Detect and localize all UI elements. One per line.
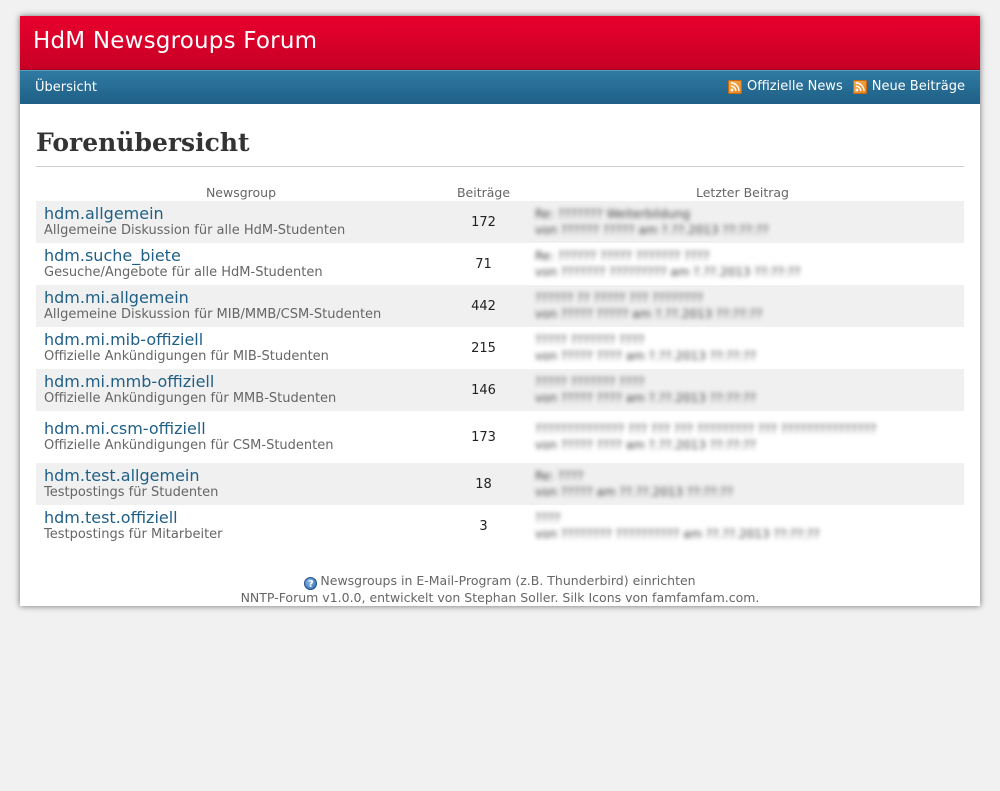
last-post-title: ???? — [535, 511, 561, 525]
last-post-meta: von ????? ???? am ?.??.2013 ??:??:?? — [535, 349, 757, 363]
last-post-meta: von ???????? ?????????? am ??.??.2013 ??… — [535, 527, 820, 541]
newsgroup-description: Offizielle Ankündigungen für MMB-Student… — [44, 391, 337, 406]
newsgroup-link[interactable]: hdm.mi.allgemein — [44, 289, 446, 307]
help-icon: ? — [304, 577, 318, 590]
last-post-title: ????? ??????? ???? — [535, 375, 645, 389]
post-count: 71 — [475, 256, 492, 272]
table-row: hdm.test.allgemein Testpostings für Stude… — [36, 463, 964, 505]
newsgroup-description: Testpostings für Studenten — [44, 485, 219, 500]
newsgroup-link[interactable]: hdm.mi.mib-offiziell — [44, 331, 446, 349]
nav-right-links: Offizielle News Neue Beiträge — [718, 79, 965, 94]
post-count: 215 — [471, 340, 496, 356]
last-post-meta: von ??????? ????????? am ?.??.2013 ??:??… — [535, 265, 801, 279]
last-post-title: ?????????????? ??? ??? ??? ????????? ???… — [535, 422, 877, 436]
last-post-info[interactable]: ???? von ???????? ?????????? am ??.??.201… — [535, 510, 964, 542]
credits-text: NNTP-Forum v1.0.0, entwickelt von Stepha… — [240, 590, 760, 605]
post-count: 172 — [471, 214, 496, 230]
newsgroup-description: Offizielle Ankündigungen für CSM-Student… — [44, 438, 334, 453]
table-row: hdm.mi.csm-offiziell Offizielle Ankündigu… — [36, 411, 964, 463]
last-post-info[interactable]: Re: ?????? ????? ??????? ???? von ???????… — [535, 248, 964, 280]
last-post-meta: von ????? ???? am ?.??.2013 ??:??:?? — [535, 391, 757, 405]
help-line: ? Newsgroups in E-Mail-Program (z.B. Thun… — [36, 573, 964, 590]
newsgroup-description: Gesuche/Angebote für alle HdM-Studenten — [44, 265, 323, 280]
table-row: hdm.mi.mib-offiziell Offizielle Ankündigu… — [36, 327, 964, 369]
nav-overview-link[interactable]: Übersicht — [35, 80, 97, 95]
last-post-title: ?????? ?? ????? ??? ???????? — [535, 291, 704, 305]
site-header: HdM Newsgroups Forum — [20, 16, 980, 70]
last-post-info[interactable]: ?????????????? ??? ??? ??? ????????? ???… — [535, 421, 964, 453]
newsgroup-link[interactable]: hdm.test.offiziell — [44, 509, 446, 527]
last-post-meta: von ????? am ??.??.2013 ??:??:?? — [535, 485, 734, 499]
new-posts-label: Neue Beiträge — [871, 79, 965, 94]
newsgroup-link[interactable]: hdm.test.allgemein — [44, 467, 446, 485]
page-container: HdM Newsgroups Forum Übersicht Offiziell… — [20, 16, 980, 606]
newsgroup-description: Testpostings für Mitarbeiter — [44, 527, 223, 542]
newsgroup-description: Offizielle Ankündigungen für MIB-Student… — [44, 349, 329, 364]
last-post-title: Re: ?????? ????? ??????? ???? — [535, 249, 710, 263]
official-news-label: Offizielle News — [747, 79, 843, 94]
email-setup-help-link[interactable]: Newsgroups in E-Mail-Program (z.B. Thund… — [320, 573, 695, 588]
last-post-title: ????? ??????? ???? — [535, 333, 645, 347]
page-footer: ? Newsgroups in E-Mail-Program (z.B. Thun… — [36, 573, 964, 606]
post-count: 18 — [475, 476, 492, 492]
table-row: hdm.test.offiziell Testpostings für Mitar… — [36, 505, 964, 547]
table-row: hdm.mi.allgemein Allgemeine Diskussion fü… — [36, 285, 964, 327]
column-header-posts: Beiträge — [456, 184, 511, 200]
newsgroup-link[interactable]: hdm.allgemein — [44, 205, 446, 223]
post-count: 173 — [471, 429, 496, 445]
newsgroup-link[interactable]: hdm.mi.mmb-offiziell — [44, 373, 446, 391]
last-post-info[interactable]: Re: ???? von ????? am ??.??.2013 ??:??:?? — [535, 468, 964, 500]
column-header-newsgroup: Newsgroup — [205, 184, 277, 200]
table-row: hdm.suche_biete Gesuche/Angebote für alle… — [36, 243, 964, 285]
post-count: 146 — [471, 382, 496, 398]
column-header-last-post: Letzter Beitrag — [696, 184, 789, 200]
post-count: 442 — [471, 298, 496, 314]
last-post-meta: von ?????? ????? am ?.??.2013 ??:??:?? — [535, 223, 769, 237]
site-title: HdM Newsgroups Forum — [33, 28, 318, 54]
last-post-info[interactable]: Re: ??????? Weiterbildung von ?????? ????… — [535, 206, 964, 238]
page-title: Forenübersicht — [36, 104, 964, 167]
newsgroup-description: Allgemeine Diskussion für alle HdM-Stude… — [44, 223, 346, 238]
table-row: hdm.mi.mmb-offiziell Offizielle Ankündigu… — [36, 369, 964, 411]
table-row: hdm.allgemein Allgemeine Diskussion für a… — [36, 201, 964, 243]
last-post-info[interactable]: ????? ??????? ???? von ????? ???? am ?.??… — [535, 332, 964, 364]
newsgroup-table: Newsgroup Beiträge Letzter Beitrag hdm.a… — [36, 183, 964, 547]
newsgroup-description: Allgemeine Diskussion für MIB/MMB/CSM-St… — [44, 307, 382, 322]
navigation-bar: Übersicht Offizielle News Neue Beiträge — [20, 70, 980, 104]
new-posts-link[interactable]: Neue Beiträge — [852, 79, 965, 94]
main-content: Forenübersicht Newsgroup Beiträge Letzte… — [20, 104, 980, 606]
post-count: 3 — [479, 518, 488, 534]
rss-feed-icon — [728, 79, 742, 94]
last-post-title: Re: ??????? Weiterbildung — [535, 207, 691, 221]
last-post-meta: von ????? ????? am ?.??.2013 ??:??:?? — [535, 307, 763, 321]
last-post-title: Re: ???? — [535, 469, 584, 483]
official-news-link[interactable]: Offizielle News — [728, 79, 843, 94]
rss-feed-icon — [852, 79, 867, 94]
newsgroup-link[interactable]: hdm.suche_biete — [44, 247, 446, 265]
newsgroup-link[interactable]: hdm.mi.csm-offiziell — [44, 420, 446, 438]
last-post-info[interactable]: ?????? ?? ????? ??? ???????? von ????? ??… — [535, 290, 964, 322]
last-post-info[interactable]: ????? ??????? ???? von ????? ???? am ?.??… — [535, 374, 964, 406]
last-post-meta: von ????? ???? am ?.??.2013 ??:??:?? — [535, 438, 757, 452]
